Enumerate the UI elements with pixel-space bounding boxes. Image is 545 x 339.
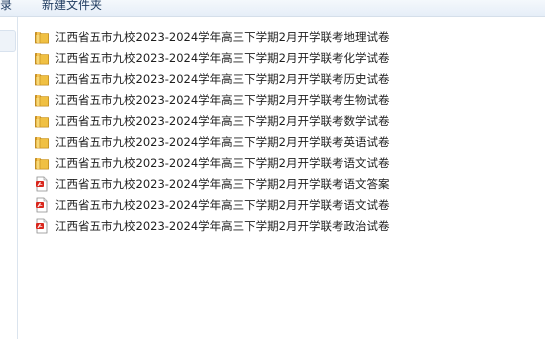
file-item[interactable]: 江西省五市九校2023-2024学年高三下学期2月开学联考语文答案 <box>34 174 414 194</box>
file-name: 江西省五市九校2023-2024学年高三下学期2月开学联考历史试卷 <box>55 72 390 86</box>
folder-icon <box>34 71 50 87</box>
pdf-icon <box>34 218 50 234</box>
folder-icon <box>34 134 50 150</box>
file-name: 江西省五市九校2023-2024学年高三下学期2月开学联考数学试卷 <box>55 114 390 128</box>
file-name: 江西省五市九校2023-2024学年高三下学期2月开学联考语文答案 <box>55 177 390 191</box>
file-item[interactable]: 江西省五市九校2023-2024学年高三下学期2月开学联考政治试卷 <box>34 216 414 236</box>
file-item[interactable]: 江西省五市九校2023-2024学年高三下学期2月开学联考语文试卷 <box>34 195 414 215</box>
new-folder-button[interactable]: 新建文件夹 <box>42 0 102 13</box>
folder-icon <box>34 113 50 129</box>
file-name: 江西省五市九校2023-2024学年高三下学期2月开学联考语文试卷 <box>55 156 390 170</box>
folder-icon <box>34 50 50 66</box>
navigation-pane[interactable] <box>0 17 18 339</box>
file-name: 江西省五市九校2023-2024学年高三下学期2月开学联考英语试卷 <box>55 135 390 149</box>
nav-selected-item[interactable] <box>0 30 16 52</box>
pdf-icon <box>34 176 50 192</box>
folder-icon <box>34 29 50 45</box>
file-name: 江西省五市九校2023-2024学年高三下学期2月开学联考化学试卷 <box>55 51 390 65</box>
file-name: 江西省五市九校2023-2024学年高三下学期2月开学联考地理试卷 <box>55 30 390 44</box>
folder-item[interactable]: 江西省五市九校2023-2024学年高三下学期2月开学联考数学试卷 <box>34 111 414 131</box>
folder-icon <box>34 92 50 108</box>
toolbar-partial-button[interactable]: 录 <box>0 0 12 13</box>
folder-icon <box>34 155 50 171</box>
folder-item[interactable]: 江西省五市九校2023-2024学年高三下学期2月开学联考英语试卷 <box>34 132 414 152</box>
folder-item[interactable]: 江西省五市九校2023-2024学年高三下学期2月开学联考生物试卷 <box>34 90 414 110</box>
toolbar: 录 新建文件夹 <box>0 0 545 17</box>
pdf-icon <box>34 197 50 213</box>
file-name: 江西省五市九校2023-2024学年高三下学期2月开学联考语文试卷 <box>55 198 390 212</box>
file-name: 江西省五市九校2023-2024学年高三下学期2月开学联考政治试卷 <box>55 219 390 233</box>
folder-item[interactable]: 江西省五市九校2023-2024学年高三下学期2月开学联考历史试卷 <box>34 69 414 89</box>
folder-item[interactable]: 江西省五市九校2023-2024学年高三下学期2月开学联考化学试卷 <box>34 48 414 68</box>
folder-item[interactable]: 江西省五市九校2023-2024学年高三下学期2月开学联考语文试卷 <box>34 153 414 173</box>
file-name: 江西省五市九校2023-2024学年高三下学期2月开学联考生物试卷 <box>55 93 390 107</box>
folder-item[interactable]: 江西省五市九校2023-2024学年高三下学期2月开学联考地理试卷 <box>34 27 414 47</box>
